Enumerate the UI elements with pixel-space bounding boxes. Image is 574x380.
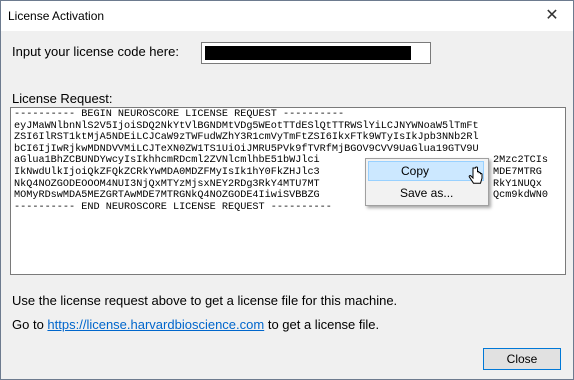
context-menu-save-as[interactable]: Save as... [368, 183, 484, 203]
request-line: aGlua1BhZCBUNDYwcyIsIkhhcmRDcml2ZVNlcmlh… [14, 155, 320, 167]
title-bar: License Activation ✕ [1, 1, 573, 31]
request-line: ZSI6IlRST1ktMjA5NDEiLCJCaW9zTWFudWZhY3R1… [14, 132, 479, 144]
request-line: MOMyRDswMDA5MEZGRTAwMDE7MTRGNkQ4NOZGODE4… [14, 190, 320, 202]
request-line: IkNwdUlkIjoiQkZFQkZCRkYwMDA0MDZFMyIsIk1h… [14, 166, 320, 178]
request-line-tail: MDE7MTRG [493, 166, 542, 178]
link-instructions: Go to https://license.harvardbioscience.… [12, 317, 379, 332]
redacted-license-code [205, 46, 411, 60]
license-code-input[interactable] [201, 42, 431, 64]
close-button[interactable]: Close [483, 348, 561, 370]
license-code-label: Input your license code here: [12, 44, 179, 59]
mouse-cursor-icon [468, 166, 483, 184]
link-suffix-text: to get a license file. [267, 317, 380, 332]
license-activation-window: License Activation ✕ Input your license … [0, 0, 574, 380]
window-title: License Activation [8, 9, 105, 23]
license-site-link[interactable]: https://license.harvardbioscience.com [47, 317, 264, 332]
request-line-tail: RkY1NUQx [493, 178, 542, 190]
request-line-tail: Qcm9kdWN0 [493, 190, 549, 202]
close-icon[interactable]: ✕ [541, 5, 563, 27]
license-request-label: License Request: [12, 91, 113, 106]
request-line: eyJMaWNlbnNlS2V5IjoiSDQ2NkYtVlBGNDMtVDg5… [14, 120, 479, 132]
instructions-text: Use the license request above to get a l… [12, 293, 398, 308]
request-line: ---------- END NEUROSCORE LICENSE REQUES… [14, 201, 332, 213]
request-line: ---------- BEGIN NEUROSCORE LICENSE REQU… [14, 109, 345, 120]
context-menu-copy[interactable]: Copy [368, 161, 484, 181]
request-line: bCI6IjIwRjkwMDNDVVMiLCJTeXN0ZW1TS1UiOiJM… [14, 143, 479, 155]
request-line: NkQ4NOZGODEOOOM4NUI3NjQxMTYzMjsxNEY2RDg3… [14, 178, 320, 190]
go-to-text: Go to [12, 317, 44, 332]
license-request-tails: 2Mzc2TCIs MDE7MTRG RkY1NUQx Qcm9kdWN0 [493, 155, 548, 201]
request-line-tail: 2Mzc2TCIs [493, 155, 549, 167]
